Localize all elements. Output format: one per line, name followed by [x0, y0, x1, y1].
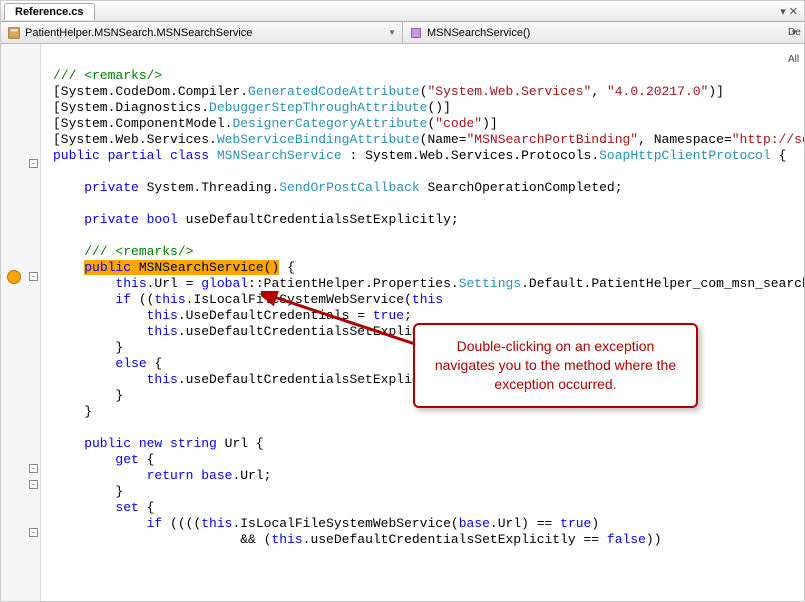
fold-icon[interactable]: −	[29, 272, 38, 281]
code-line: this	[53, 308, 178, 323]
gutter[interactable]: − − − − −	[1, 44, 41, 601]
code-line: }	[53, 340, 123, 355]
nav-type-label: PatientHelper.MSNSearch.MSNSearchService	[25, 27, 252, 39]
code-line: }	[53, 388, 123, 403]
code-line: [System.Diagnostics.	[53, 100, 209, 115]
code-line: /// <remarks/>	[53, 68, 162, 83]
code-line: public	[53, 436, 131, 451]
nav-type-dropdown[interactable]: PatientHelper.MSNSearch.MSNSearchService…	[1, 22, 403, 43]
fold-icon[interactable]: −	[29, 528, 38, 537]
method-icon	[409, 26, 423, 40]
file-tab-bar: Reference.cs ▾ ✕	[1, 1, 804, 22]
code-line: }	[53, 484, 123, 499]
side-tab[interactable]: All	[786, 53, 804, 66]
file-tab[interactable]: Reference.cs	[4, 3, 95, 20]
code-line: [System.CodeDom.Compiler.	[53, 84, 248, 99]
code-line: private	[53, 180, 139, 195]
highlighted-line	[53, 260, 84, 275]
code-line: && (	[53, 532, 271, 547]
code-line: this	[53, 372, 178, 387]
collapsed-side-panels[interactable]: De All	[786, 26, 804, 66]
code-line: return	[53, 468, 193, 483]
code-line: [System.Web.Services.	[53, 132, 217, 147]
class-icon	[7, 26, 21, 40]
code-line: this	[53, 324, 178, 339]
breakpoint-icon[interactable]	[7, 270, 21, 284]
code-line: [System.ComponentModel.	[53, 116, 232, 131]
nav-member-label: MSNSearchService()	[427, 27, 530, 39]
code-line: private	[53, 212, 139, 227]
chevron-down-icon: ▼	[388, 28, 396, 37]
fold-icon[interactable]: −	[29, 464, 38, 473]
code-line: get	[53, 452, 139, 467]
callout-text: Double-clicking on an exception navigate…	[435, 338, 676, 392]
code-line: set	[53, 500, 139, 515]
code-line: this	[53, 276, 147, 291]
tab-menu-icon[interactable]: ▾ ✕	[780, 5, 798, 18]
code-line: else	[53, 356, 147, 371]
side-tab[interactable]: De	[786, 26, 804, 39]
fold-icon[interactable]: −	[29, 159, 38, 168]
code-line: if	[53, 516, 162, 531]
nav-member-dropdown[interactable]: MSNSearchService() ▼	[403, 22, 804, 43]
annotation-callout: Double-clicking on an exception navigate…	[413, 323, 698, 408]
fold-icon[interactable]: −	[29, 480, 38, 489]
code-line: /// <remarks/>	[53, 244, 193, 259]
code-line: if	[53, 292, 131, 307]
code-line: public	[53, 148, 100, 163]
navigation-bar: PatientHelper.MSNSearch.MSNSearchService…	[1, 22, 804, 44]
code-line: }	[53, 404, 92, 419]
